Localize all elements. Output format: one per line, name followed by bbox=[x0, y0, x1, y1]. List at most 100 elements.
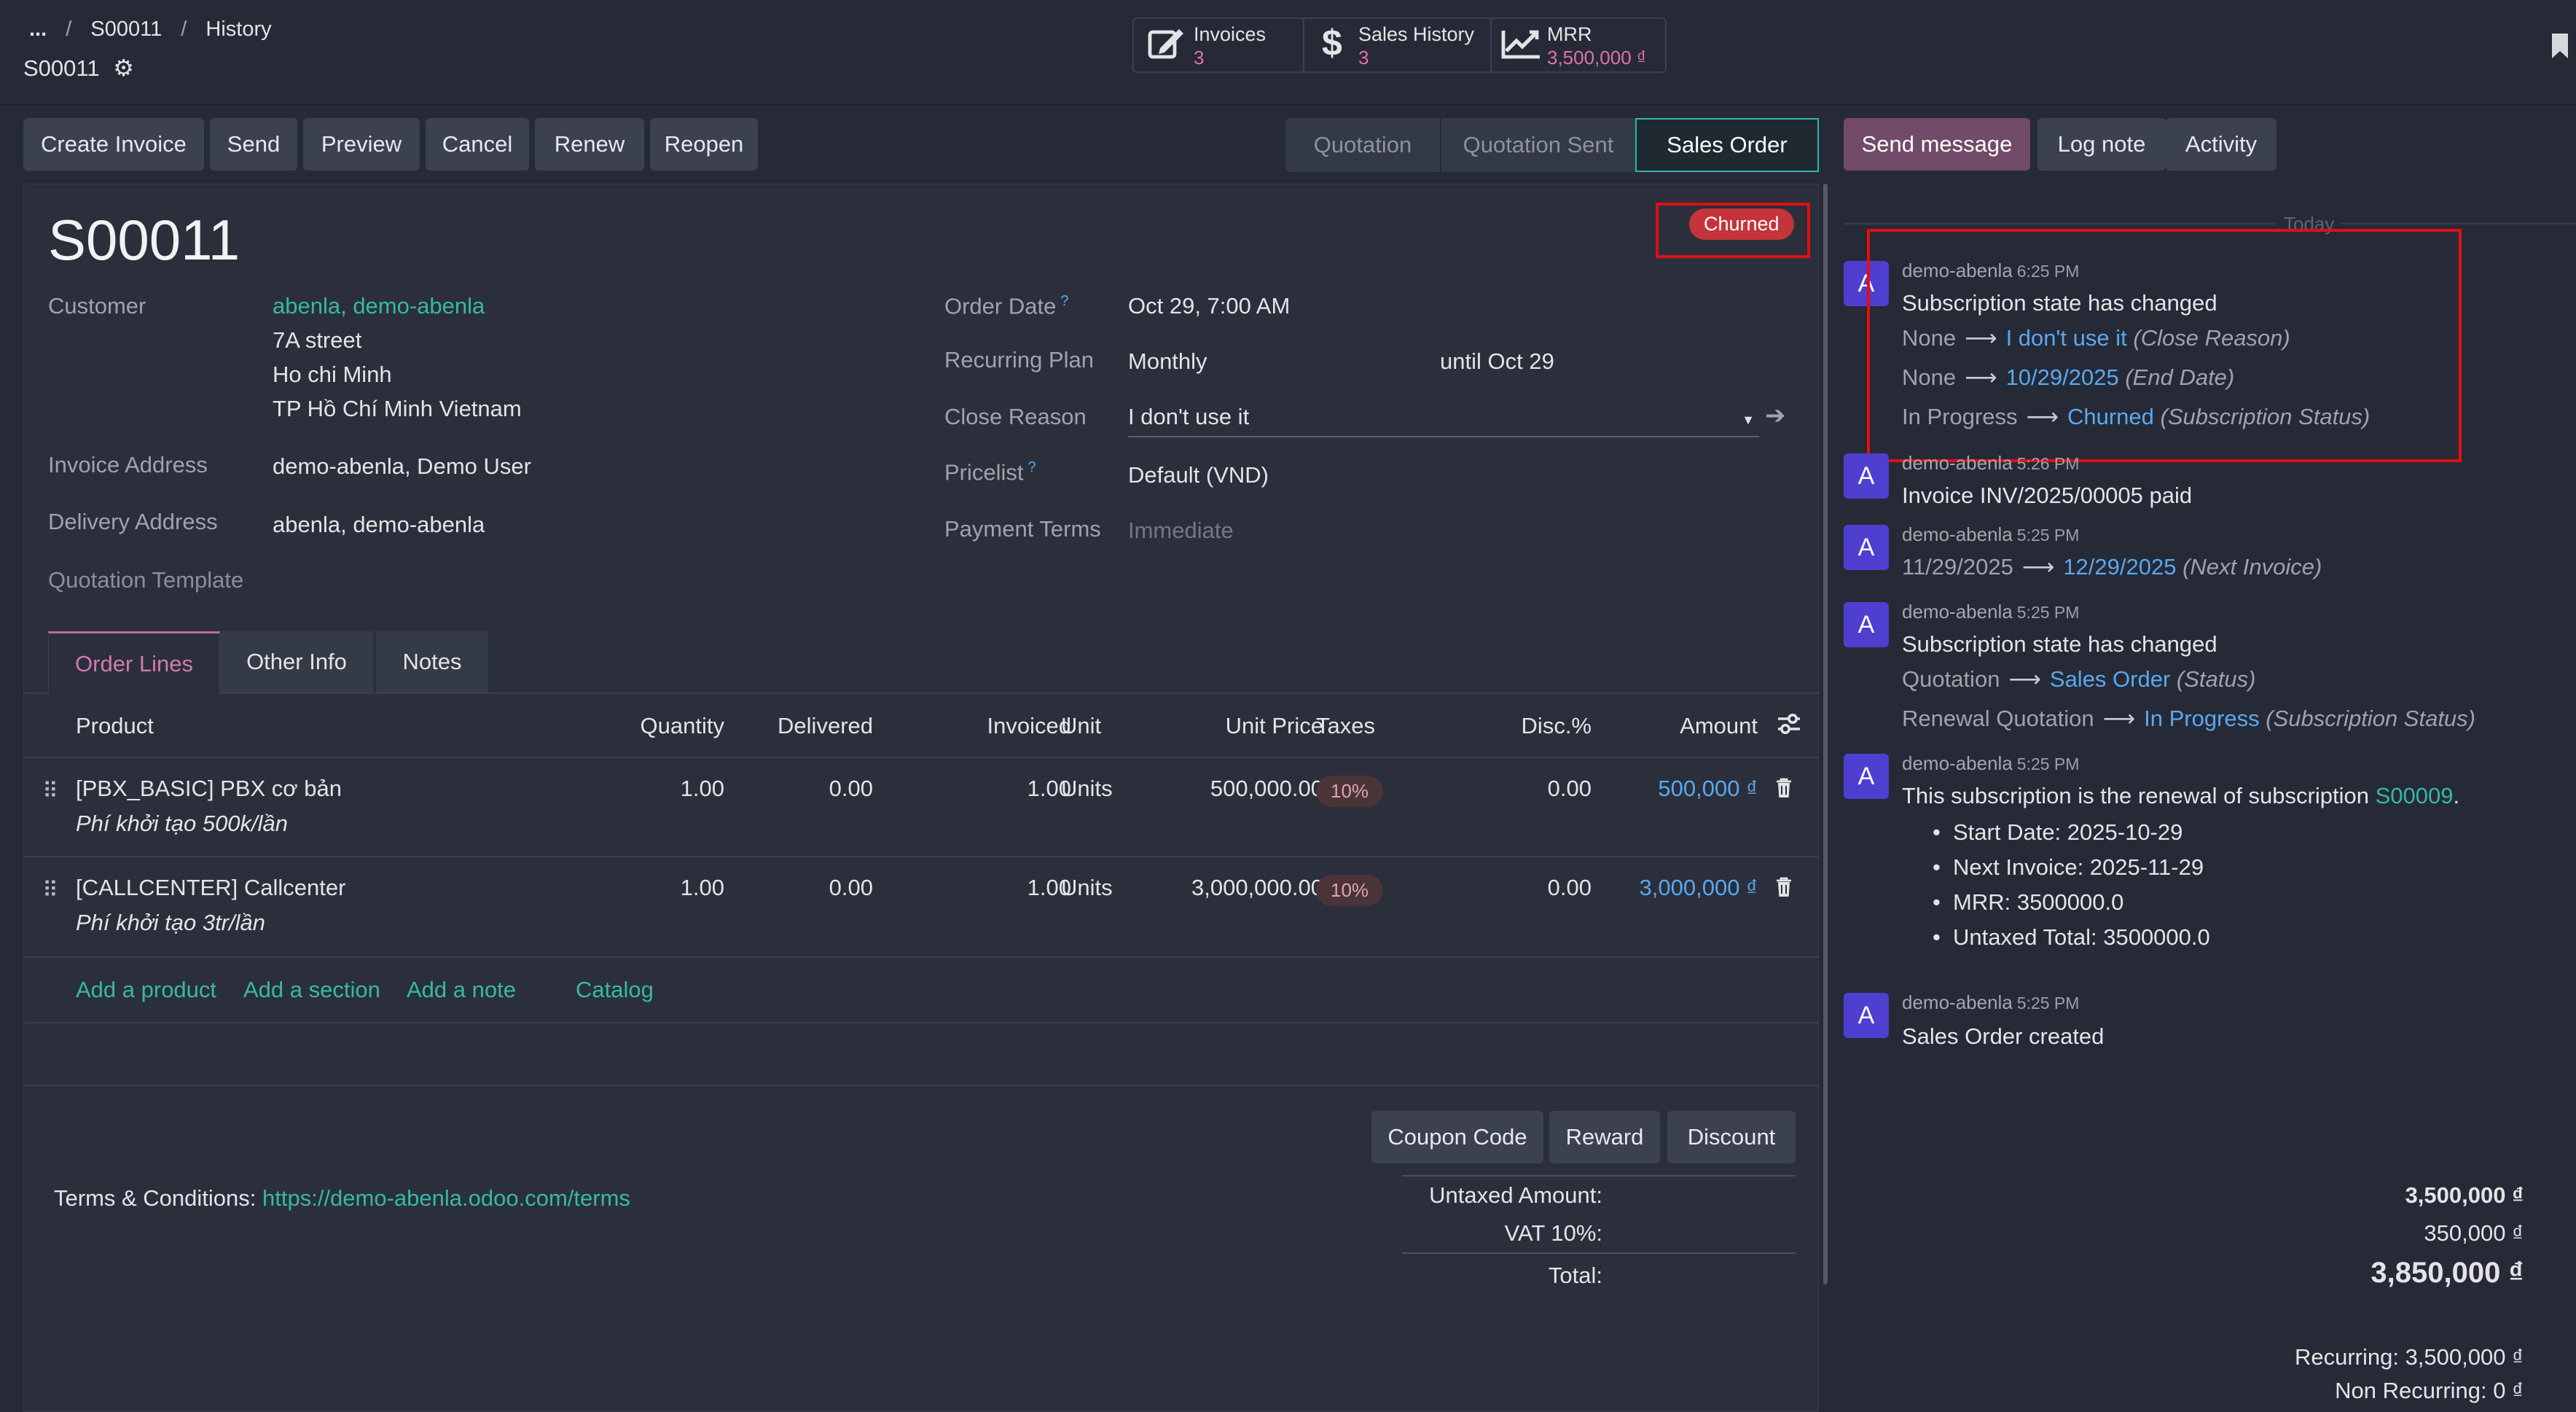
order-date-value[interactable]: Oct 29, 7:00 AM bbox=[1128, 293, 1290, 319]
payment-terms-field[interactable]: Immediate bbox=[1128, 518, 1234, 544]
avatar[interactable]: A bbox=[1844, 602, 1889, 647]
quantity-value[interactable]: 1.00 bbox=[681, 875, 724, 901]
close-reason-value: I don't use it bbox=[1128, 404, 1250, 429]
breadcrumb-more[interactable]: ... bbox=[29, 17, 47, 41]
table-row[interactable]: ⠿ [CALLCENTER] Callcenter Phí khởi tạo 3… bbox=[25, 857, 1819, 958]
discount-value[interactable]: 0.00 bbox=[1548, 875, 1592, 901]
activity-button[interactable]: Activity bbox=[2166, 118, 2276, 171]
tab-other-info[interactable]: Other Info bbox=[220, 631, 375, 693]
col-disc[interactable]: Disc.% bbox=[1522, 713, 1592, 739]
tax-badge[interactable]: 10% bbox=[1316, 776, 1384, 807]
trash-icon[interactable] bbox=[1775, 777, 1793, 805]
product-name[interactable]: [CALLCENTER] Callcenter bbox=[76, 875, 345, 901]
list-item: Start Date: 2025-10-29 bbox=[1933, 819, 2182, 846]
invoice-address-value[interactable]: demo-abenla, Demo User bbox=[273, 453, 531, 480]
stat-button-mrr[interactable]: MRR 3,500,000 ₫ bbox=[1492, 19, 1665, 71]
col-unit-price[interactable]: Unit Price bbox=[1226, 713, 1323, 739]
avatar[interactable]: A bbox=[1844, 453, 1889, 499]
avatar[interactable]: A bbox=[1844, 754, 1889, 799]
close-reason-select[interactable]: I don't use it ▼ bbox=[1128, 404, 1759, 437]
col-delivered[interactable]: Delivered bbox=[778, 713, 873, 739]
unit-price-value[interactable]: 3,000,000.00 bbox=[1191, 875, 1323, 901]
message-author[interactable]: demo-abenla 5:25 PM bbox=[1902, 523, 2079, 546]
bookmark-icon[interactable] bbox=[2550, 32, 2569, 66]
catalog-link[interactable]: Catalog bbox=[576, 977, 654, 1003]
stat-button-sales-history[interactable]: $ Sales History 3 bbox=[1304, 19, 1490, 71]
add-product-link[interactable]: Add a product bbox=[76, 977, 216, 1003]
total-label: Total: bbox=[1548, 1263, 1602, 1288]
stage-sales-order[interactable]: Sales Order bbox=[1635, 118, 1819, 172]
preview-button[interactable]: Preview bbox=[303, 118, 420, 171]
stage-quotation-sent[interactable]: Quotation Sent bbox=[1440, 118, 1635, 172]
message-author[interactable]: demo-abenla 5:26 PM bbox=[1902, 452, 2079, 475]
send-button[interactable]: Send bbox=[210, 118, 297, 171]
until-date[interactable]: until Oct 29 bbox=[1440, 348, 1554, 375]
vat-label: VAT 10%: bbox=[1504, 1220, 1602, 1246]
message-author[interactable]: demo-abenla 5:25 PM bbox=[1902, 752, 2079, 775]
terms-link[interactable]: https://demo-abenla.odoo.com/terms bbox=[262, 1185, 630, 1211]
log-note-button[interactable]: Log note bbox=[2037, 118, 2166, 171]
avatar[interactable]: A bbox=[1844, 525, 1889, 570]
col-amount[interactable]: Amount bbox=[1680, 713, 1758, 739]
gear-icon[interactable]: ⚙ bbox=[113, 55, 134, 81]
discount-button[interactable]: Discount bbox=[1667, 1111, 1796, 1163]
highlight-box bbox=[1656, 203, 1810, 258]
message-author[interactable]: demo-abenla 5:25 PM bbox=[1902, 991, 2079, 1014]
message-author[interactable]: demo-abenla 5:25 PM bbox=[1902, 601, 2079, 623]
arrow-right-icon[interactable]: ➔ bbox=[1765, 401, 1786, 430]
reward-button[interactable]: Reward bbox=[1549, 1111, 1660, 1163]
recurring-total: Recurring: 3,500,000 ₫ bbox=[2294, 1344, 2524, 1370]
tracking-change: Renewal Quotation ⟶ In Progress (Subscript… bbox=[1902, 706, 2475, 732]
tab-label: Notes bbox=[402, 649, 462, 674]
delivery-address-value[interactable]: abenla, demo-abenla bbox=[273, 512, 485, 538]
order-date-label-text: Order Date bbox=[944, 293, 1057, 319]
drag-handle-icon[interactable]: ⠿ bbox=[42, 779, 58, 804]
author-name: demo-abenla bbox=[1902, 452, 2013, 474]
column-settings-icon[interactable] bbox=[1777, 711, 1801, 742]
tab-notes[interactable]: Notes bbox=[376, 631, 488, 693]
coupon-code-button[interactable]: Coupon Code bbox=[1371, 1111, 1543, 1163]
help-mark[interactable]: ? bbox=[1060, 293, 1068, 309]
col-quantity[interactable]: Quantity bbox=[641, 713, 724, 739]
section-divider bbox=[25, 1085, 1819, 1086]
stat-button-invoices[interactable]: Invoices 3 bbox=[1134, 19, 1303, 71]
product-description: Phí khởi tạo 500k/lần bbox=[76, 811, 289, 836]
create-invoice-button[interactable]: Create Invoice bbox=[23, 118, 204, 171]
help-mark[interactable]: ? bbox=[1028, 459, 1036, 475]
unit-price-value[interactable]: 500,000.00 bbox=[1210, 776, 1323, 802]
col-invoiced[interactable]: Invoiced bbox=[987, 713, 1071, 739]
pricelist-label: Pricelist? bbox=[944, 459, 1036, 485]
col-taxes[interactable]: Taxes bbox=[1316, 713, 1375, 739]
renew-button[interactable]: Renew bbox=[535, 118, 644, 171]
reopen-button[interactable]: Reopen bbox=[650, 118, 758, 171]
pricelist-value[interactable]: Default (VND) bbox=[1128, 462, 1269, 488]
customer-link[interactable]: abenla, demo-abenla bbox=[273, 293, 485, 319]
stage-quotation[interactable]: Quotation bbox=[1285, 118, 1440, 172]
discount-value[interactable]: 0.00 bbox=[1548, 776, 1592, 802]
add-note-link[interactable]: Add a note bbox=[407, 977, 516, 1003]
subscription-link[interactable]: S00009 bbox=[2376, 783, 2454, 808]
product-description: Phí khởi tạo 3tr/lần bbox=[76, 910, 265, 935]
recurring-plan-value[interactable]: Monthly bbox=[1128, 348, 1207, 375]
unit-value[interactable]: Units bbox=[1061, 875, 1113, 901]
stage-label: Quotation Sent bbox=[1463, 132, 1614, 157]
trash-icon[interactable] bbox=[1775, 876, 1793, 904]
terms-conditions: Terms & Conditions: https://demo-abenla.… bbox=[54, 1185, 630, 1212]
send-message-button[interactable]: Send message bbox=[1844, 118, 2030, 171]
breadcrumb-parent[interactable]: S00011 bbox=[90, 17, 162, 41]
add-section-link[interactable]: Add a section bbox=[243, 977, 380, 1003]
form-scrollbar[interactable] bbox=[1823, 184, 1828, 1284]
avatar[interactable]: A bbox=[1844, 993, 1889, 1038]
unit-value[interactable]: Units bbox=[1061, 776, 1113, 802]
product-name[interactable]: [PBX_BASIC] PBX cơ bản bbox=[76, 776, 342, 802]
tax-badge[interactable]: 10% bbox=[1316, 875, 1384, 906]
until-date-value: Oct 29 bbox=[1487, 348, 1554, 374]
new-value: Sales Order bbox=[2049, 666, 2171, 692]
cancel-button[interactable]: Cancel bbox=[426, 118, 529, 171]
col-product[interactable]: Product bbox=[76, 713, 154, 739]
quantity-value[interactable]: 1.00 bbox=[681, 776, 724, 802]
drag-handle-icon[interactable]: ⠿ bbox=[42, 878, 58, 903]
tab-order-lines[interactable]: Order Lines bbox=[48, 631, 220, 694]
table-row[interactable]: ⠿ [PBX_BASIC] PBX cơ bản Phí khởi tạo 50… bbox=[25, 758, 1819, 857]
col-unit[interactable]: Unit bbox=[1061, 713, 1101, 739]
